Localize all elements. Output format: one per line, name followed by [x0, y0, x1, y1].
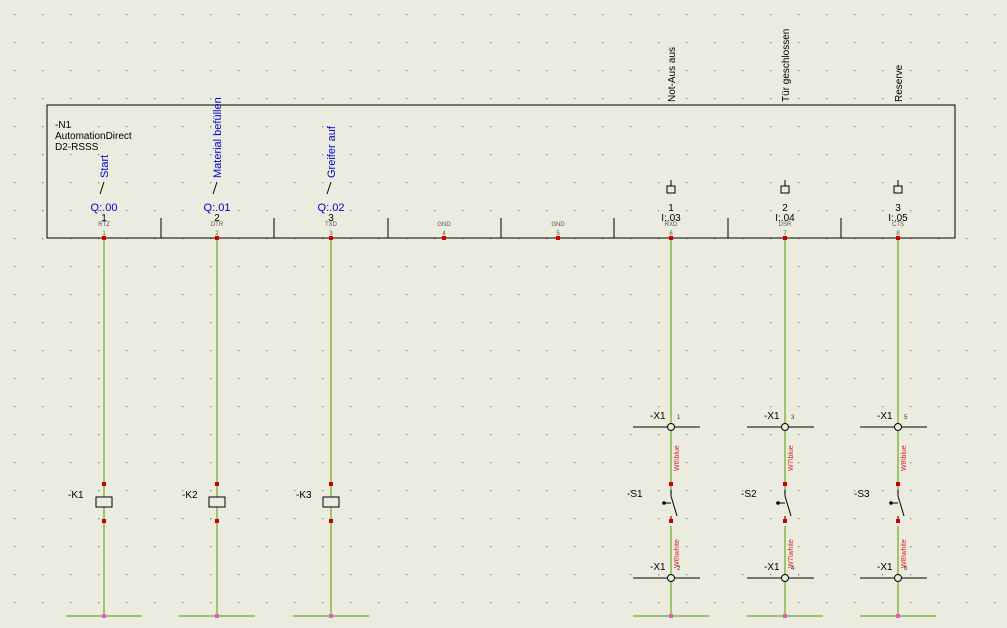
relay-coil[interactable] — [208, 496, 226, 508]
connection-dot — [896, 482, 900, 486]
pin-label: TXD — [325, 222, 338, 228]
connection-dot — [896, 519, 900, 523]
input-comment: Reserve — [894, 64, 905, 102]
bus-end-dot — [329, 614, 333, 618]
terminal-tag: -X1 — [650, 562, 666, 573]
relay-coil[interactable] — [322, 496, 340, 508]
terminal-tag: -X1 — [877, 411, 893, 422]
bus-end-dot — [215, 614, 219, 618]
connection-dot — [783, 236, 787, 240]
terminal-point[interactable] — [781, 423, 789, 431]
relay-tag: -K1 — [68, 490, 84, 501]
connection-dot — [783, 482, 787, 486]
connection-dot — [102, 236, 106, 240]
bus-end-dot — [669, 614, 673, 618]
connection-dot — [669, 482, 673, 486]
terminal-point[interactable] — [781, 574, 789, 582]
wire-label: W8\white — [901, 539, 908, 568]
connection-dot — [329, 482, 333, 486]
pin-label: RTZ — [98, 222, 110, 228]
connection-dot — [102, 519, 106, 523]
terminal-point[interactable] — [667, 574, 675, 582]
connection-dot — [215, 236, 219, 240]
wire-label: W7\blue — [788, 445, 795, 471]
terminal-point[interactable] — [894, 574, 902, 582]
pin-label: DTR — [211, 222, 224, 228]
connection-dot — [329, 519, 333, 523]
terminal-point[interactable] — [667, 423, 675, 431]
relay-tag: -K3 — [296, 490, 312, 501]
device-model: D2-RSSS — [55, 142, 99, 153]
connection-dot — [896, 236, 900, 240]
relay-tag: -K2 — [182, 490, 198, 501]
terminal-tag: -X1 — [764, 562, 780, 573]
output-comment: Greifer auf — [326, 125, 338, 178]
wire-label: W8\blue — [901, 445, 908, 471]
terminal-tag: -X1 — [877, 562, 893, 573]
pin-label: DSR — [779, 222, 792, 228]
pin-label: RXD — [665, 222, 678, 228]
input-comment: Tür geschlossen — [781, 29, 792, 102]
switch-tag: -S2 — [741, 489, 757, 500]
switch-tag: -S1 — [627, 489, 643, 500]
connection-dot — [669, 236, 673, 240]
wire-label: W6\white — [674, 539, 681, 568]
connection-dot — [783, 519, 787, 523]
pin-label: GND — [551, 222, 565, 228]
device-manufacturer: AutomationDirect — [55, 131, 132, 142]
connection-dot — [669, 519, 673, 523]
output-comment: Start — [99, 155, 111, 178]
terminal-tag: -X1 — [650, 411, 666, 422]
bus-end-dot — [102, 614, 106, 618]
pin-label: CTS — [892, 222, 904, 228]
wire-label: W7\white — [788, 539, 795, 568]
bus-end-dot — [783, 614, 787, 618]
connection-dot — [215, 519, 219, 523]
input-comment: Not-Aus aus — [667, 47, 678, 102]
connection-dot — [442, 236, 446, 240]
connection-dot — [215, 482, 219, 486]
background-grid — [0, 0, 1007, 628]
schematic-canvas[interactable]: -N1 AutomationDirect D2-RSSS Start Q:.00… — [0, 0, 1007, 628]
output-comment: Material befüllen — [212, 97, 224, 178]
relay-coil[interactable] — [95, 496, 113, 508]
terminal-tag: -X1 — [764, 411, 780, 422]
pin-label: GND — [437, 222, 451, 228]
connection-dot — [102, 482, 106, 486]
switch-tag: -S3 — [854, 489, 870, 500]
wire-label: W6\blue — [674, 445, 681, 471]
bus-end-dot — [896, 614, 900, 618]
connection-dot — [329, 236, 333, 240]
terminal-point[interactable] — [894, 423, 902, 431]
connection-dot — [556, 236, 560, 240]
device-tag: -N1 — [55, 120, 72, 131]
